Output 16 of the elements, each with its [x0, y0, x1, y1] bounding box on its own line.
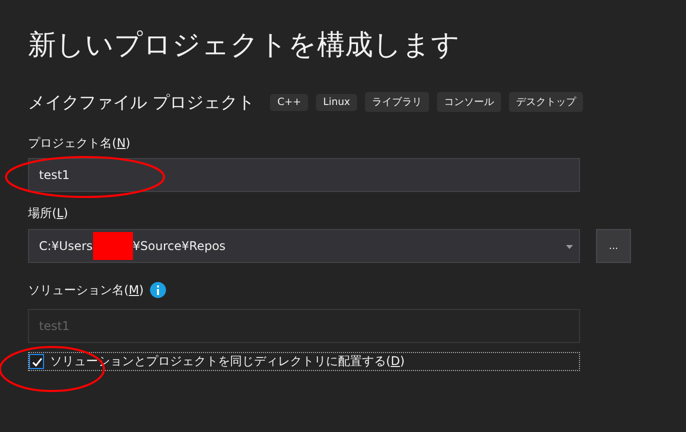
template-name: メイクファイル プロジェクト: [28, 92, 254, 114]
page-title: 新しいプロジェクトを構成します: [28, 27, 461, 63]
tag: C++: [270, 94, 308, 110]
tag: デスクトップ: [509, 92, 584, 112]
tag: Linux: [316, 94, 358, 110]
caret-icon: [566, 245, 573, 249]
tag: ライブラリ: [365, 92, 430, 112]
field-label: 場所(L): [28, 206, 70, 221]
checkbox[interactable]: [29, 354, 44, 369]
browse-button[interactable]: ...: [596, 229, 631, 263]
tag: コンソール: [437, 92, 502, 112]
field-label: ソリューション名(M): [28, 282, 144, 298]
project-name-field[interactable]: test1: [28, 158, 580, 192]
info-icon[interactable]: [150, 282, 166, 298]
location-dropdown[interactable]: C:¥Users ¥Source¥Repos: [28, 229, 580, 263]
field-label: プロジェクト名(N): [28, 136, 132, 151]
